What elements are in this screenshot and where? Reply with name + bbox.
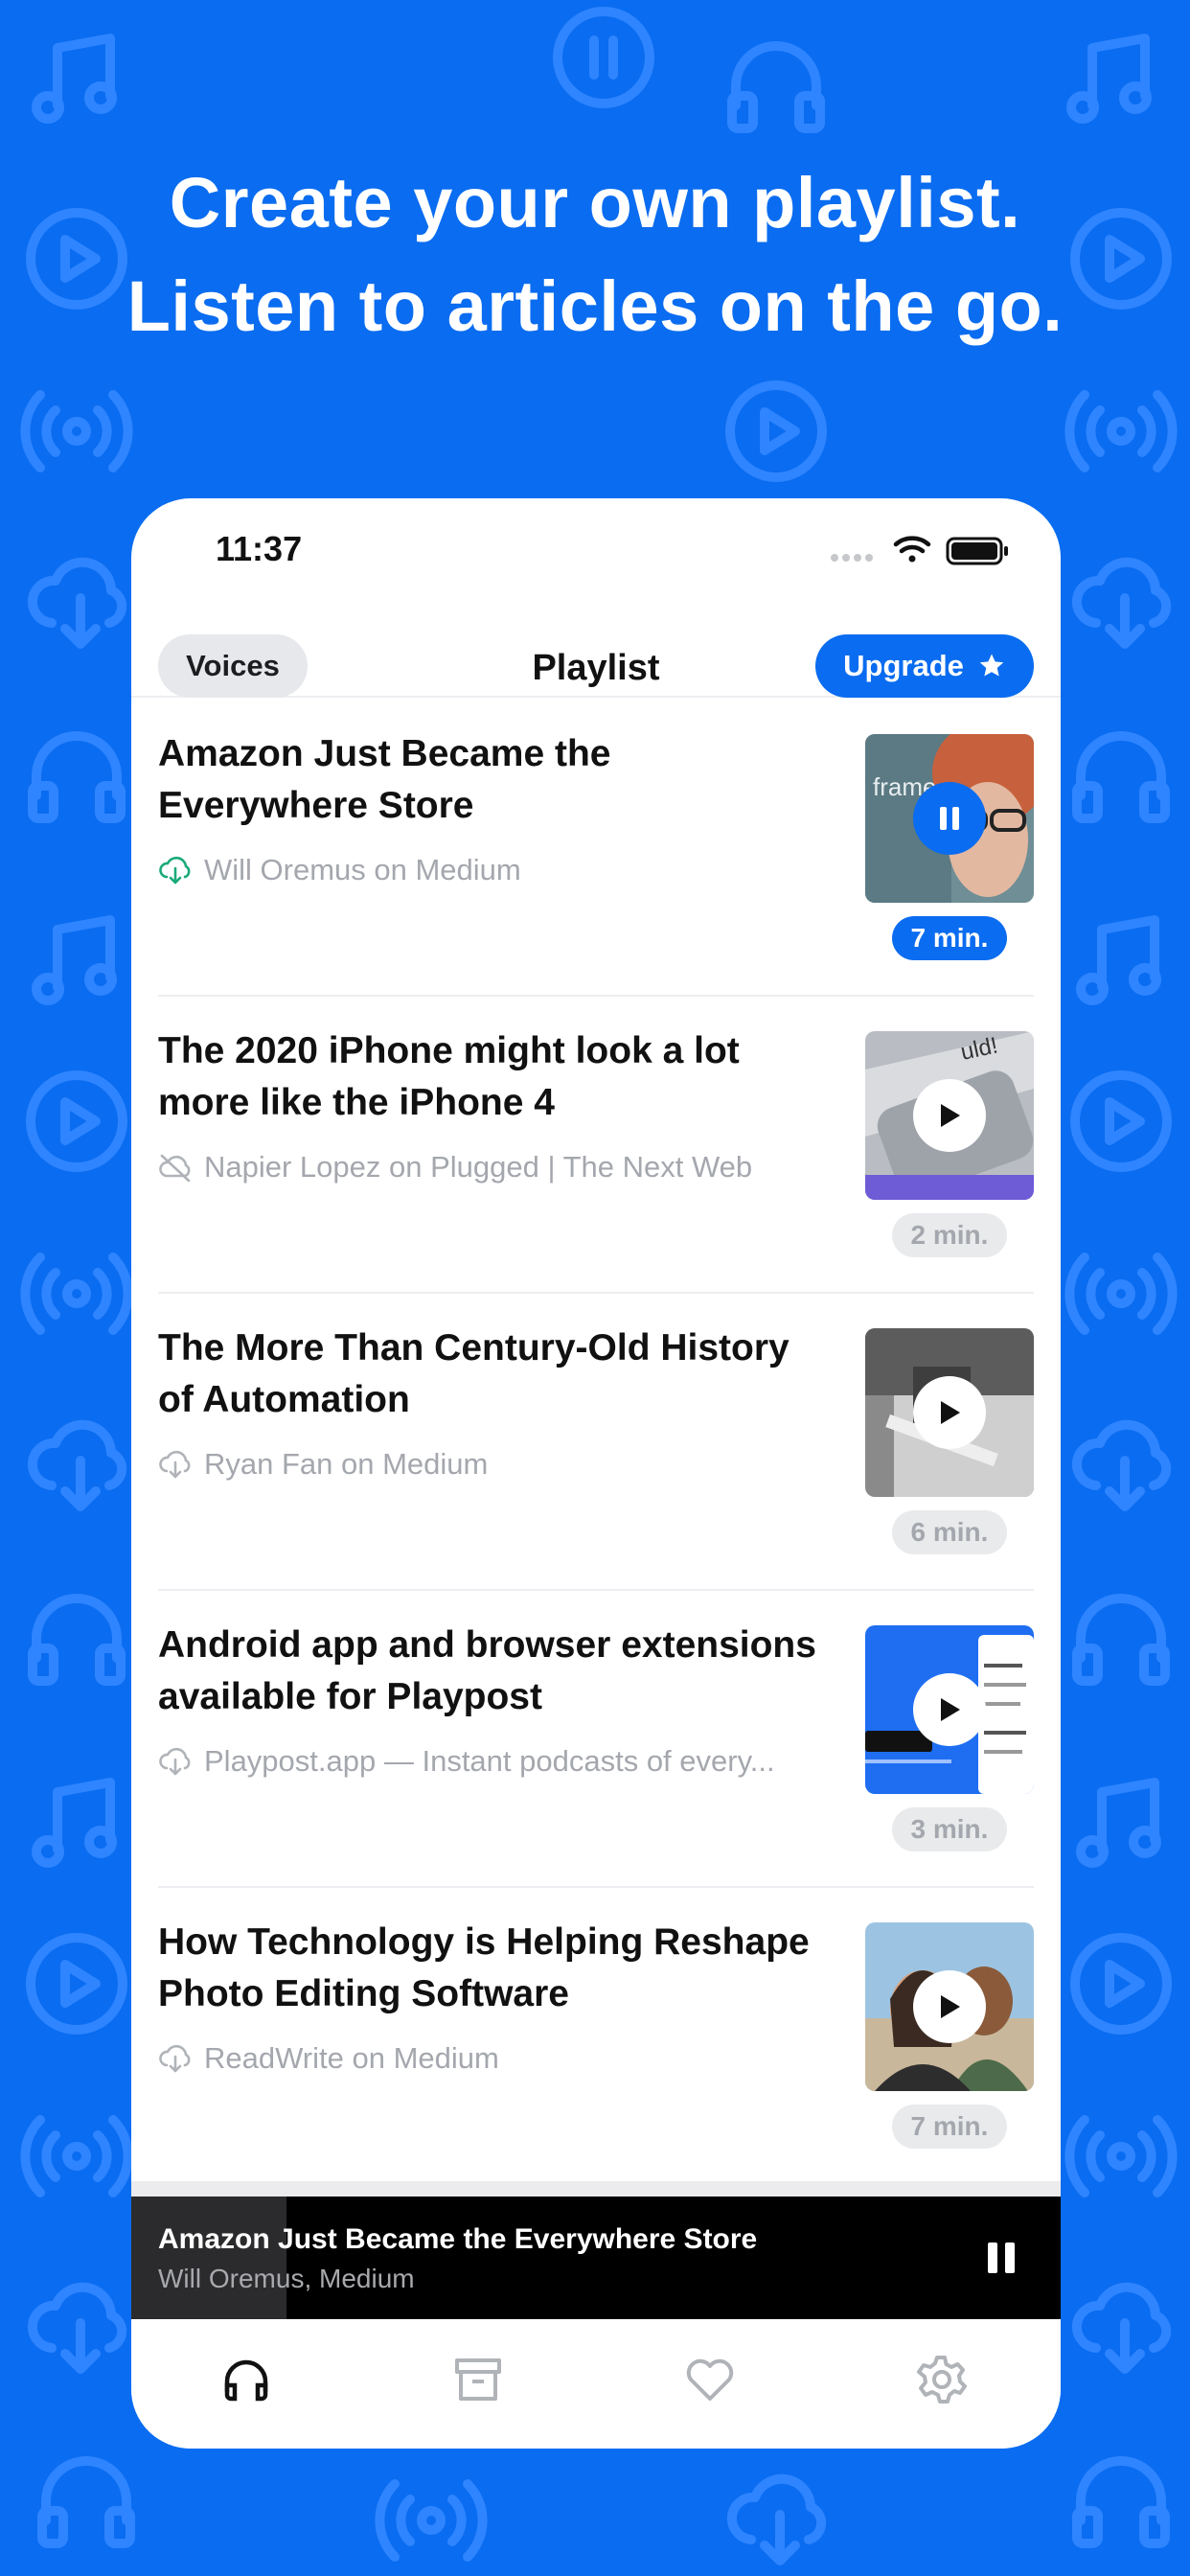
list-item[interactable]: The 2020 iPhone might look a lot more li… [158,997,1034,1294]
play-button[interactable] [913,1376,986,1449]
cloud-download-icon [159,1747,191,1776]
player-pause-icon[interactable] [980,2237,1022,2279]
duration-badge: 6 min. [892,1510,1007,1554]
duration-badge: 3 min. [892,1807,1007,1852]
article-title: The 2020 iPhone might look a lot more li… [158,1030,740,1123]
cloud-download-done-icon [159,856,191,885]
tab-settings[interactable] [907,2348,974,2415]
article-thumbnail[interactable] [865,1922,1034,2091]
cloud-offline-icon [159,1154,191,1183]
play-icon [941,1104,960,1127]
headphones-icon [219,2353,273,2411]
phone-screen: 11:37 Voices Playlist Upgrade Amazon Jus… [131,498,1061,2449]
article-source: Napier Lopez on Plugged | The Next Web [158,1148,829,1186]
battery-icon [946,537,1008,565]
headline-line-2: Listen to articles on the go. [126,266,1064,346]
play-button[interactable] [913,1970,986,2043]
status-time: 11:37 [216,529,303,568]
tab-bar [131,2319,1061,2449]
cloud-download-icon [159,1450,191,1479]
tab-heart[interactable] [676,2348,744,2415]
archive-icon [451,2353,505,2411]
settings-icon [914,2353,968,2411]
headline-line-1: Create your own playlist. [169,163,1021,242]
article-title: How Technology is Helping Reshape Photo … [158,1921,810,2014]
mini-player[interactable]: Amazon Just Became the Everywhere Store … [131,2196,1061,2319]
player-title: Amazon Just Became the Everywhere Store [158,2223,758,2255]
wifi-icon [893,536,931,563]
cloud-download-icon [159,2044,191,2073]
signal-icon [831,554,873,562]
player-progress [131,2196,286,2319]
navbar: Voices Playlist Upgrade [131,611,1061,698]
star-icon [979,654,1004,677]
source-text: Ryan Fan on Medium [204,1447,489,1481]
list-item[interactable]: The More Than Century-Old History of Aut… [158,1294,1034,1591]
article-thumbnail[interactable] [865,1328,1034,1497]
voices-button[interactable]: Voices [158,634,308,698]
player-divider [131,2181,1061,2196]
play-icon [941,1401,960,1424]
source-text: ReadWrite on Medium [204,2041,499,2075]
article-source: Ryan Fan on Medium [158,1445,829,1484]
pause-icon [940,807,959,830]
pause-button[interactable] [913,782,986,855]
status-bar: 11:37 [131,498,1061,594]
status-indicators [831,536,1008,565]
list-item[interactable]: Android app and browser extensions avail… [158,1591,1034,1888]
article-thumbnail[interactable]: frame [865,734,1034,903]
article-title: Amazon Just Became the Everywhere Store [158,733,611,826]
source-text: Will Oremus on Medium [204,853,521,886]
playlist: Amazon Just Became the Everywhere Store … [158,700,1034,2185]
play-icon [941,1995,960,2018]
tab-headphones[interactable] [213,2348,280,2415]
tab-archive[interactable] [445,2348,512,2415]
article-thumbnail[interactable] [865,1625,1034,1794]
duration-badge: 2 min. [892,1213,1007,1257]
article-source: Playpost.app — Instant podcasts of every… [158,1742,829,1781]
duration-badge: 7 min. [892,2104,1007,2149]
source-text: Napier Lopez on Plugged | The Next Web [204,1150,753,1184]
article-source: Will Oremus on Medium [158,851,829,889]
play-button[interactable] [913,1079,986,1152]
source-text: Playpost.app — Instant podcasts of every… [204,1744,775,1778]
list-item[interactable]: Amazon Just Became the Everywhere Store … [158,700,1034,997]
article-title: Android app and browser extensions avail… [158,1624,816,1717]
article-thumbnail[interactable]: uld! [865,1031,1034,1200]
heart-icon [683,2353,737,2411]
play-icon [941,1698,960,1721]
headline: Create your own playlist. Listen to arti… [0,151,1190,358]
play-button[interactable] [913,1673,986,1746]
upgrade-label: Upgrade [843,649,964,682]
article-title: The More Than Century-Old History of Aut… [158,1327,790,1420]
upgrade-button[interactable]: Upgrade [815,634,1034,698]
duration-badge: 7 min. [892,916,1007,960]
player-subtitle: Will Oremus, Medium [158,2264,415,2293]
list-item[interactable]: How Technology is Helping Reshape Photo … [158,1888,1034,2185]
article-source: ReadWrite on Medium [158,2039,829,2078]
